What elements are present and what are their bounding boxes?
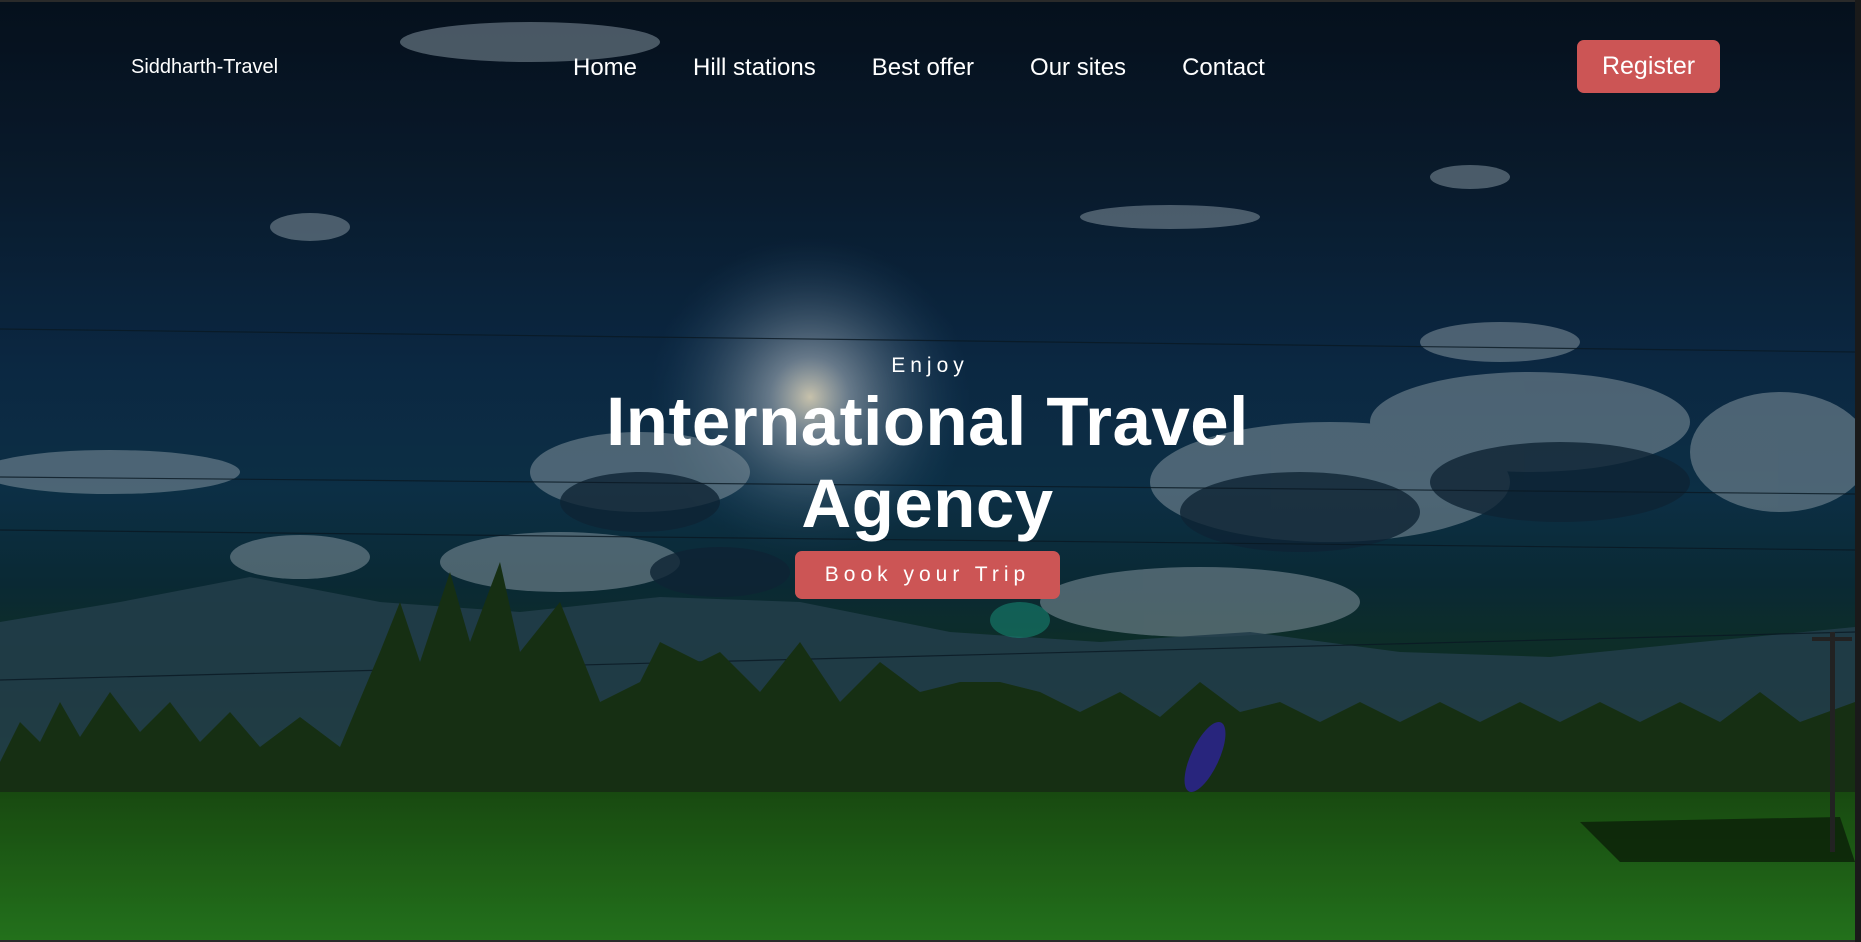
window-edge	[1855, 0, 1861, 942]
top-navbar: Siddharth-Travel Home Hill stations Best…	[0, 2, 1855, 132]
page-window: Siddharth-Travel Home Hill stations Best…	[0, 2, 1855, 940]
nav-links: Home Hill stations Best offer Our sites …	[573, 54, 1321, 82]
hero-section: Enjoy International Travel Agency Book y…	[0, 354, 1855, 599]
nav-best-offer[interactable]: Best offer	[872, 54, 974, 82]
brand-logo[interactable]: Siddharth-Travel	[131, 56, 278, 79]
hero-title: International Travel Agency	[0, 381, 1855, 545]
hero-title-line1: International Travel	[606, 383, 1249, 460]
hero-title-line2: Agency	[801, 465, 1054, 542]
book-trip-button[interactable]: Book your Trip	[795, 551, 1060, 599]
nav-our-sites[interactable]: Our sites	[1030, 54, 1126, 82]
nav-contact[interactable]: Contact	[1182, 54, 1265, 82]
register-button[interactable]: Register	[1577, 40, 1720, 93]
nav-hill-stations[interactable]: Hill stations	[693, 54, 816, 82]
nav-home[interactable]: Home	[573, 54, 637, 82]
hero-kicker: Enjoy	[891, 354, 969, 377]
